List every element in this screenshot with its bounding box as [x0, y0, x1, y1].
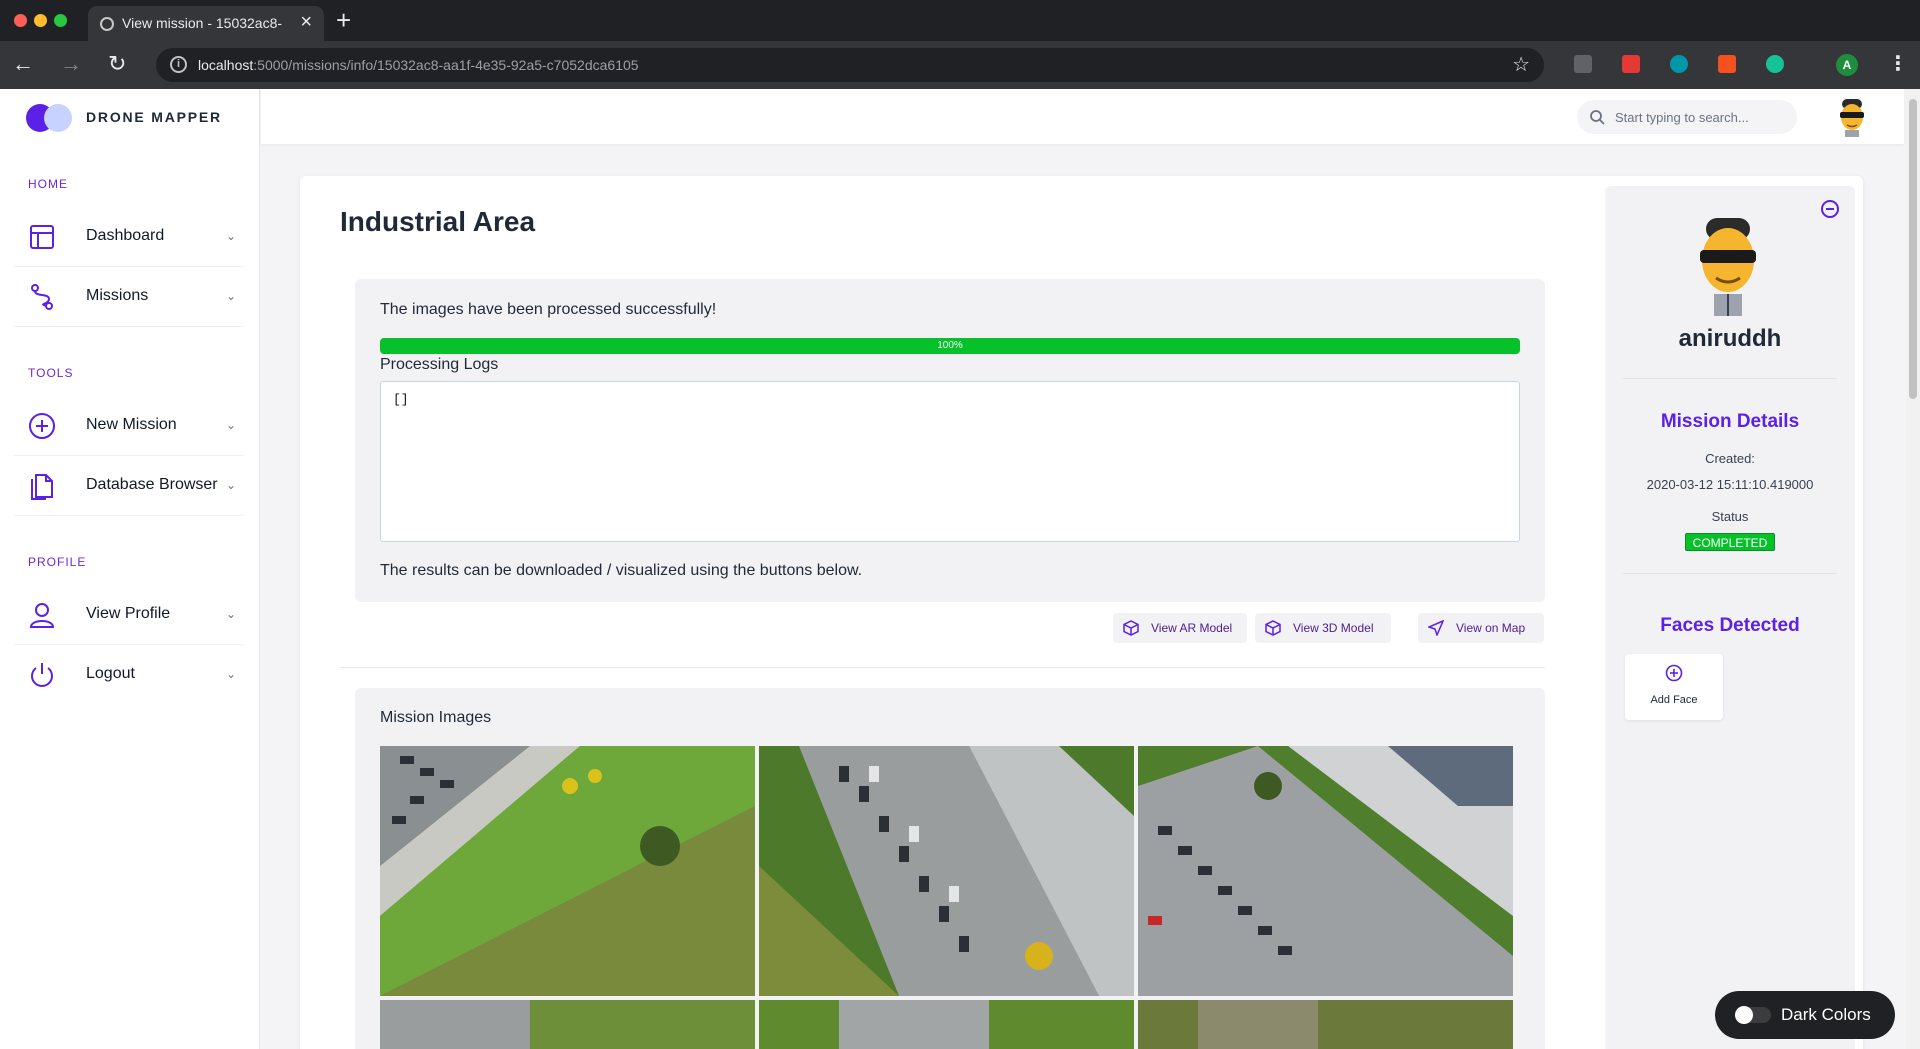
- chevron-down-icon: ⌄: [225, 607, 236, 621]
- profile-username: aniruddh: [1678, 325, 1782, 352]
- mission-image[interactable]: [380, 1000, 755, 1049]
- mission-images-label: Mission Images: [380, 709, 492, 726]
- search-icon: [1590, 110, 1605, 125]
- mission-image[interactable]: [1138, 746, 1513, 996]
- app-header: [261, 89, 1904, 144]
- browser-toolbar: ← → ↻ i localhost:5000/missions/info/150…: [0, 41, 1920, 89]
- avatar: [1700, 218, 1756, 316]
- mission-image[interactable]: [759, 1000, 1134, 1049]
- sidebar-section-tools: TOOLS: [28, 366, 74, 380]
- processing-logs-textarea[interactable]: [380, 381, 1520, 542]
- extension-red-arrow-icon[interactable]: [1622, 55, 1640, 73]
- mission-image[interactable]: [1138, 1000, 1513, 1049]
- site-info-icon[interactable]: i: [170, 56, 187, 73]
- window-minimize-button[interactable]: [34, 14, 47, 27]
- route-icon: [31, 284, 53, 310]
- sidebar-item-database-browser[interactable]: Database Browser ⌄: [14, 456, 244, 516]
- sidebar-item-label: Missions: [86, 287, 149, 304]
- chevron-down-icon: ⌄: [225, 289, 236, 303]
- chevron-down-icon: ⌄: [225, 478, 236, 492]
- reload-icon[interactable]: ↻: [108, 51, 126, 77]
- plus-circle-icon: [1665, 664, 1683, 682]
- status-message: The images have been processed successfu…: [380, 301, 717, 318]
- panel-divider: [1623, 573, 1837, 574]
- brand-logo[interactable]: [26, 104, 74, 132]
- sidebar-item-label: Logout: [86, 665, 135, 682]
- extension-grammarly-icon[interactable]: [1766, 55, 1784, 73]
- created-value: 2020-03-12 15:11:10.419000: [1646, 477, 1814, 492]
- url-text: localhost:5000/missions/info/15032ac8-aa…: [198, 57, 639, 73]
- chevron-down-icon: ⌄: [225, 418, 236, 432]
- chevron-down-icon: ⌄: [225, 667, 236, 681]
- add-face-button[interactable]: Add Face: [1625, 654, 1723, 720]
- extension-off-icon[interactable]: [1574, 55, 1592, 73]
- sidebar-section-profile: PROFILE: [28, 555, 87, 569]
- browser-tab-bar: View mission - 15032ac8-aa1f-4e35-92a5-c…: [0, 0, 1920, 41]
- window-maximize-button[interactable]: [54, 14, 67, 27]
- progress-bar: 100%: [380, 338, 1520, 354]
- sidebar-item-label: New Mission: [86, 416, 177, 433]
- files-icon: [31, 474, 53, 500]
- new-tab-button[interactable]: +: [336, 5, 351, 36]
- address-bar[interactable]: i localhost:5000/missions/info/15032ac8-…: [156, 48, 1544, 82]
- back-arrow-icon[interactable]: ←: [12, 51, 34, 77]
- created-label: Created:: [1705, 451, 1755, 466]
- sidebar-item-dashboard[interactable]: Dashboard ⌄: [14, 207, 244, 267]
- sidebar-item-missions[interactable]: Missions ⌄: [14, 267, 244, 327]
- tab-close-icon[interactable]: ×: [300, 11, 312, 34]
- progress-fill: 100%: [380, 338, 1520, 354]
- navigation-icon: [1428, 620, 1444, 636]
- dark-colors-label: Dark Colors: [1781, 1005, 1871, 1024]
- search-box[interactable]: [1577, 100, 1797, 134]
- sidebar-item-logout[interactable]: Logout ⌄: [14, 645, 244, 705]
- sidebar-item-view-profile[interactable]: View Profile ⌄: [14, 585, 244, 645]
- faces-detected-title: Faces Detected: [1660, 615, 1800, 636]
- browser-tab[interactable]: View mission - 15032ac8-aa1f-4e35-92a5-c…: [88, 6, 324, 41]
- status-badge: COMPLETED: [1685, 533, 1775, 551]
- mission-image[interactable]: [759, 746, 1134, 996]
- sidebar-item-label: Database Browser: [86, 476, 218, 493]
- results-message: The results can be downloaded / visualiz…: [380, 562, 863, 579]
- globe-icon: [100, 17, 114, 31]
- avatar[interactable]: [1832, 97, 1872, 137]
- logs-label: Processing Logs: [380, 356, 499, 373]
- view-ar-model-button[interactable]: View AR Model: [1113, 613, 1247, 643]
- panel-divider: [1623, 378, 1837, 379]
- sidebar-section-home: HOME: [28, 177, 68, 191]
- section-divider: [340, 667, 1545, 668]
- collapse-panel-icon[interactable]: [1821, 200, 1839, 218]
- search-input[interactable]: [1615, 107, 1785, 127]
- app-sidebar: DRONE MAPPER HOME Dashboard ⌄ Missions ⌄…: [0, 89, 260, 1049]
- window-close-button[interactable]: [14, 14, 27, 27]
- status-label: Status: [1711, 509, 1749, 524]
- sidebar-item-label: View Profile: [86, 605, 171, 622]
- power-icon: [31, 663, 53, 687]
- browser-menu-icon[interactable]: ⋮: [1888, 51, 1908, 76]
- bookmark-star-icon[interactable]: ☆: [1512, 52, 1530, 77]
- browser-profile-avatar[interactable]: A: [1836, 54, 1858, 76]
- toggle-switch[interactable]: [1735, 1006, 1771, 1024]
- cube-icon: [1123, 620, 1139, 636]
- view-on-map-button[interactable]: View on Map: [1418, 613, 1544, 643]
- forward-arrow-icon[interactable]: →: [60, 51, 82, 77]
- user-icon: [29, 603, 55, 628]
- page-title: Industrial Area: [340, 206, 536, 237]
- page-scrollbar[interactable]: [1906, 89, 1920, 1049]
- dark-colors-toggle[interactable]: Dark Colors: [1715, 991, 1895, 1039]
- brand-name: DRONE MAPPER: [86, 109, 222, 125]
- mission-image[interactable]: [380, 746, 755, 996]
- plus-circle-icon: [29, 413, 55, 439]
- sidebar-item-label: Dashboard: [86, 227, 165, 244]
- chevron-down-icon: ⌄: [225, 229, 236, 243]
- dashboard-icon: [30, 225, 54, 249]
- sidebar-item-new-mission[interactable]: New Mission ⌄: [14, 396, 244, 456]
- cube-icon: [1265, 620, 1281, 636]
- tab-title: View mission - 15032ac8-aa1f-4e35-92a5-c…: [122, 15, 282, 31]
- extension-globe-icon[interactable]: [1670, 55, 1688, 73]
- mission-details-title: Mission Details: [1660, 411, 1800, 432]
- view-3d-model-button[interactable]: View 3D Model: [1255, 613, 1391, 643]
- extension-pdf-icon[interactable]: [1718, 55, 1736, 73]
